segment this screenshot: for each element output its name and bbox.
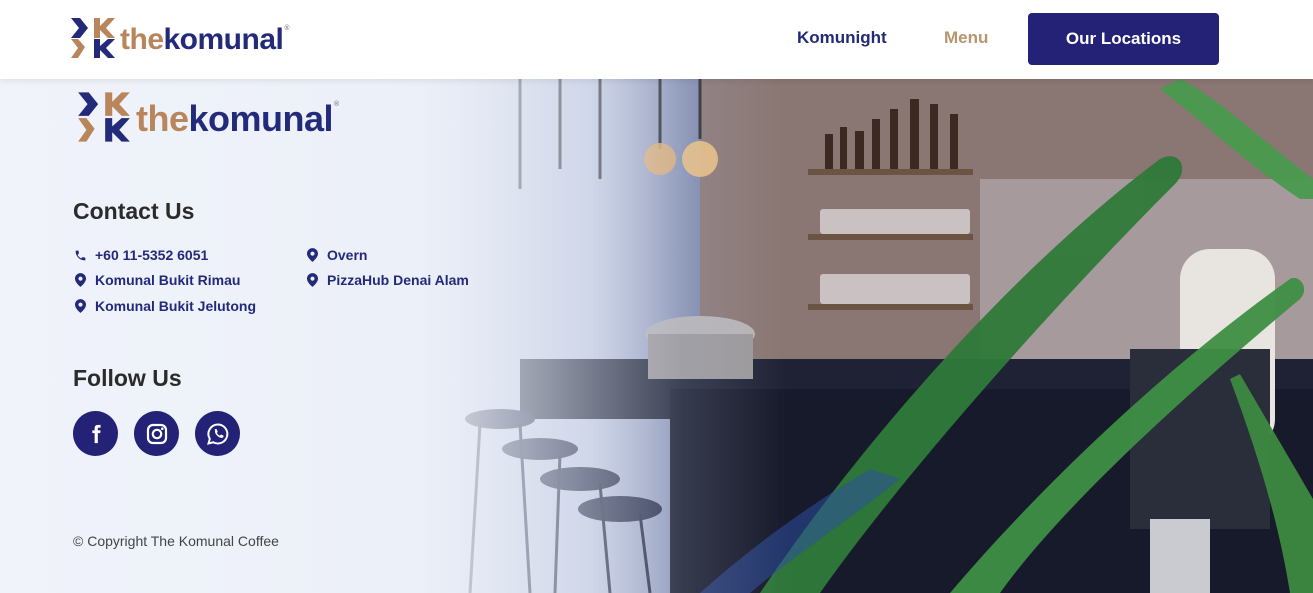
- contact-location-label: Komunal Bukit Jelutong: [95, 298, 256, 314]
- logo-registered-mark: ®: [334, 101, 339, 108]
- our-locations-button[interactable]: Our Locations: [1028, 13, 1219, 65]
- follow-us-heading: Follow Us: [73, 365, 182, 391]
- facebook-icon: [85, 423, 107, 445]
- contact-location-label: Overn: [327, 247, 368, 263]
- contact-location-label: PizzaHub Denai Alam: [327, 272, 469, 288]
- instagram-icon: [145, 422, 169, 446]
- contact-location-bukit-rimau[interactable]: Komunal Bukit Rimau: [73, 272, 240, 288]
- map-pin-icon: [305, 273, 319, 287]
- background-fade-overlay: [0, 79, 1313, 593]
- site-footer: [0, 79, 1313, 593]
- contact-location-pizzahub[interactable]: PizzaHub Denai Alam: [305, 272, 469, 288]
- nav-komunight-link[interactable]: Komunight: [797, 28, 887, 48]
- komunal-logo-mark-icon: [70, 17, 116, 63]
- contact-phone-link[interactable]: +60 11-5352 6051: [73, 247, 208, 263]
- whatsapp-button[interactable]: [195, 411, 240, 456]
- logo-registered-mark: ®: [284, 25, 290, 32]
- logo-prefix: the: [136, 98, 189, 139]
- contact-location-bukit-jelutong[interactable]: Komunal Bukit Jelutong: [73, 298, 256, 314]
- copyright-text: © Copyright The Komunal Coffee: [73, 533, 279, 549]
- logo-prefix: the: [120, 23, 164, 56]
- site-header: thekomunal® Komunight Menu Our Locations: [0, 0, 1313, 79]
- contact-phone-label: +60 11-5352 6051: [95, 247, 209, 263]
- map-pin-icon: [73, 299, 87, 313]
- nav-menu-link[interactable]: Menu: [944, 28, 988, 48]
- facebook-button[interactable]: [73, 411, 118, 456]
- footer-logo[interactable]: thekomunal®: [77, 91, 339, 147]
- komunal-logo-mark-icon: [77, 91, 131, 147]
- map-pin-icon: [305, 248, 319, 262]
- contact-us-heading: Contact Us: [73, 198, 195, 224]
- phone-icon: [73, 248, 87, 262]
- instagram-button[interactable]: [134, 411, 179, 456]
- contact-location-overn[interactable]: Overn: [305, 247, 367, 263]
- footer-logo-text: thekomunal®: [136, 101, 339, 137]
- contact-location-label: Komunal Bukit Rimau: [95, 272, 241, 288]
- logo-name: komunal: [163, 23, 284, 56]
- header-logo[interactable]: thekomunal®: [70, 17, 289, 63]
- header-logo-text: thekomunal®: [120, 25, 289, 55]
- logo-name: komunal: [188, 98, 334, 139]
- map-pin-icon: [73, 273, 87, 287]
- whatsapp-icon: [206, 422, 230, 446]
